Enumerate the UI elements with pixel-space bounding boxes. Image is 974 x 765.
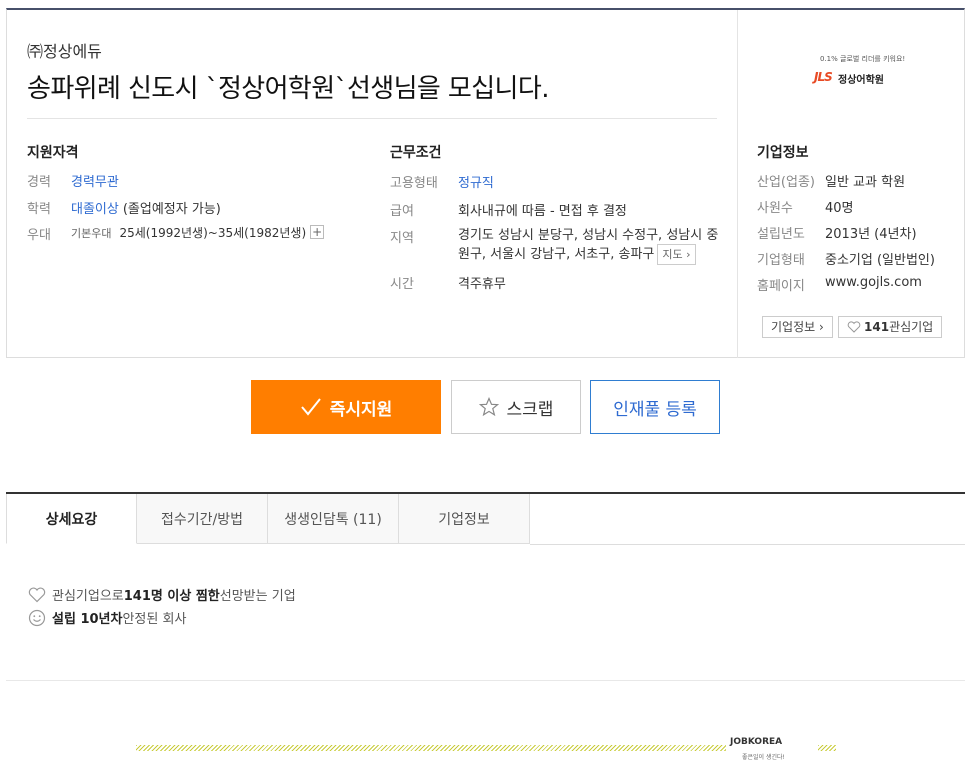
location-row: 지역 경기도 성남시 분당구, 성남시 수정구, 성남시 중 원구, 서울시 강…: [390, 227, 718, 265]
scrap-button[interactable]: 스크랩: [451, 380, 581, 434]
education-label: 학력: [27, 202, 51, 217]
tab-details[interactable]: 상세요강: [6, 494, 137, 544]
salary-row: 급여 회사내규에 따름 - 면접 후 결정: [390, 200, 627, 219]
scrap-label: 스크랩: [506, 399, 554, 420]
heart-icon: [28, 587, 46, 603]
homepage-label: 홈페이지: [757, 279, 805, 294]
logo-name: 정상어학원: [838, 75, 884, 86]
footer-stripe-left: [136, 745, 726, 751]
conditions-heading: 근무조건: [390, 145, 442, 161]
salary-label: 급여: [390, 204, 414, 219]
tabs-bottom-border: [530, 544, 965, 545]
homepage-link[interactable]: www.gojls.com: [825, 275, 922, 294]
experience-value[interactable]: 경력무관: [71, 171, 119, 190]
location-label: 지역: [390, 231, 414, 246]
feature-interest-pre: 관심기업으로: [52, 589, 124, 604]
company-info-column: 0.1% 글로벌 리더를 키워요! JLS 정상어학원 기업정보 산업(업종) …: [737, 10, 964, 358]
apply-now-button[interactable]: 즉시지원: [251, 380, 441, 434]
qualifications-heading: 지원자격: [27, 145, 79, 161]
education-value[interactable]: 대졸이상: [71, 198, 119, 217]
tab-hr-talk[interactable]: 생생인담톡 (11): [268, 494, 399, 544]
employees-value: 40명: [825, 201, 854, 216]
preference-value: 25세(1992년생)~35세(1982년생): [119, 226, 307, 240]
company-type-label: 기업형태: [757, 253, 805, 268]
title-divider: [27, 118, 717, 119]
time-value: 격주휴무: [458, 277, 506, 292]
interest-label: 관심기업: [889, 320, 934, 334]
founded-value: 2013년 (4년차): [825, 227, 917, 242]
tab-application-period[interactable]: 접수기간/방법: [137, 494, 268, 544]
company-name[interactable]: ㈜정상에듀: [27, 38, 102, 62]
map-button[interactable]: 지도 ›: [657, 244, 696, 265]
jobkorea-tagline: 좋은일이 생긴다!: [742, 754, 785, 761]
location-line-2-wrap: 원구, 서울시 강남구, 서초구, 송파구 지도 ›: [458, 244, 718, 265]
star-icon: [478, 397, 499, 417]
feature-interest-bold: 141명 이상 찜한: [123, 589, 220, 604]
preference-sub: 기본우대: [71, 227, 112, 240]
experience-row: 경력 경력무관: [27, 171, 119, 190]
preference-label: 우대: [27, 228, 51, 243]
interest-count: 141: [864, 320, 890, 334]
heart-icon: [847, 321, 861, 333]
feature-founded-post: 안정된 회사: [122, 612, 187, 627]
company-info-heading: 기업정보: [757, 145, 809, 161]
feature-interest-post: 선망받는 기업: [219, 589, 296, 604]
feature-interest: 관심기업으로 141명 이상 찜한 선망받는 기업: [28, 585, 296, 604]
employees-label: 사원수: [757, 201, 793, 216]
apply-now-label: 즉시지원: [329, 399, 393, 420]
time-label: 시간: [390, 277, 414, 292]
tab-company-info[interactable]: 기업정보: [399, 494, 530, 544]
salary-value: 회사내규에 따름 - 면접 후 결정: [458, 204, 627, 219]
job-title: 송파위례 신도시 `정상어학원`선생님을 모십니다.: [27, 74, 549, 104]
employment-value[interactable]: 정규직: [458, 172, 494, 191]
employment-label: 고용형태: [390, 176, 438, 191]
company-info-button[interactable]: 기업정보 ›: [762, 316, 833, 338]
employees-row: 사원수 40명: [757, 197, 854, 216]
company-type-row: 기업형태 중소기업 (일반법인): [757, 249, 935, 268]
company-logo[interactable]: 0.1% 글로벌 리더를 키워요! JLS 정상어학원: [814, 54, 905, 90]
founded-label: 설립년도: [757, 227, 805, 242]
time-row: 시간 격주휴무: [390, 273, 506, 292]
education-row: 학력 대졸이상 (졸업예정자 가능): [27, 198, 221, 217]
industry-label: 산업(업종): [757, 175, 815, 190]
employment-row: 고용형태 정규직: [390, 172, 494, 191]
check-icon: [300, 397, 322, 417]
industry-row: 산업(업종) 일반 교과 학원: [757, 171, 905, 190]
footer-stripe-right: [818, 745, 836, 751]
location-line-1: 경기도 성남시 분당구, 성남시 수정구, 성남시 중: [458, 228, 719, 243]
company-type-value: 중소기업 (일반법인): [825, 253, 935, 268]
founded-row: 설립년도 2013년 (4년차): [757, 223, 917, 242]
industry-value: 일반 교과 학원: [825, 175, 906, 190]
homepage-row: 홈페이지 www.gojls.com: [757, 275, 922, 294]
logo-mark: JLS: [814, 70, 833, 84]
more-preference-button[interactable]: +: [310, 225, 325, 239]
job-main-column: ㈜정상에듀 송파위례 신도시 `정상어학원`선생님을 모십니다. 지원자격 경력…: [7, 10, 737, 358]
education-note: (졸업예정자 가능): [122, 202, 221, 217]
interest-company-button[interactable]: 141 관심기업: [838, 316, 943, 338]
preference-row: 우대 기본우대 25세(1992년생)~35세(1982년생) +: [27, 224, 325, 243]
jobkorea-logo: JOBKOREA: [730, 737, 783, 747]
location-values: 경기도 성남시 분당구, 성남시 수정구, 성남시 중 원구, 서울시 강남구,…: [458, 227, 718, 265]
location-line-2: 원구, 서울시 강남구, 서초구, 송파구: [458, 247, 655, 262]
feature-founded: 설립 10년차 안정된 회사: [28, 608, 186, 627]
job-summary-box: ㈜정상에듀 송파위례 신도시 `정상어학원`선생님을 모십니다. 지원자격 경력…: [6, 8, 965, 358]
section-divider: [6, 680, 965, 681]
logo-tagline: 0.1% 글로벌 리더를 키워요!: [820, 55, 906, 63]
talent-pool-button[interactable]: 인재풀 등록: [590, 380, 720, 434]
smile-icon: [28, 609, 46, 627]
experience-label: 경력: [27, 175, 51, 190]
feature-founded-bold: 설립 10년차: [52, 612, 123, 627]
